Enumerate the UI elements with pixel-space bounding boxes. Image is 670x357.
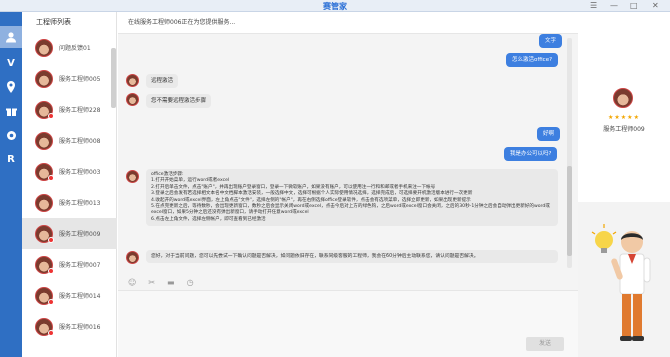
message-list: 文字 怎么激活office? 远程激活 您不需要远程激活步骤 好啊 我是办公可以… xyxy=(118,34,578,274)
avatar xyxy=(35,69,53,88)
unread-badge xyxy=(48,329,54,336)
folder-icon[interactable]: ▬ xyxy=(167,278,175,287)
message-incoming: 远程激活 xyxy=(146,74,179,88)
list-item-active[interactable]: 服务工程师009 xyxy=(22,218,117,249)
profile-card: ★★★★★ 服务工程师009 xyxy=(578,12,670,192)
unread-badge xyxy=(48,174,54,181)
list-item[interactable]: 服务工程师008 xyxy=(22,125,117,156)
list-item[interactable]: 服务工程师014 xyxy=(22,280,117,311)
title-bar: 赛管家 ☰ — □ ✕ xyxy=(0,0,670,12)
list-item[interactable]: 问题反馈01 xyxy=(22,32,117,63)
list-item[interactable]: 服务工程师007 xyxy=(22,249,117,280)
message-outgoing: 好啊 xyxy=(537,127,561,141)
maximize-icon[interactable]: □ xyxy=(630,1,638,10)
avatar xyxy=(35,131,53,150)
contact-name: 服务工程师228 xyxy=(59,107,101,114)
list-item[interactable]: 服务工程师228 xyxy=(22,94,117,125)
contact-name: 服务工程师007 xyxy=(59,262,101,269)
emoji-icon[interactable]: ☺ xyxy=(128,278,136,287)
avatar xyxy=(35,193,53,212)
settings-icon[interactable] xyxy=(0,124,22,146)
avatar xyxy=(126,251,139,264)
location-icon[interactable] xyxy=(0,76,22,98)
send-button[interactable]: 发送 xyxy=(526,337,564,351)
avatar xyxy=(35,38,53,57)
contact-name: 服务工程师014 xyxy=(59,293,101,300)
message-outgoing: 我是办公可以吗? xyxy=(504,147,558,161)
avatar xyxy=(126,74,139,87)
contact-name: 服务工程师013 xyxy=(59,200,101,207)
scissors-icon[interactable]: ✂ xyxy=(148,278,155,287)
avatar xyxy=(35,100,54,119)
avatar xyxy=(35,255,54,274)
list-item[interactable]: 服务工程师003 xyxy=(22,156,117,187)
avatar xyxy=(126,170,139,183)
message-incoming-steps: office激活步骤: 1.打开开始菜单，运行word或者excel 2.打开后… xyxy=(146,169,558,227)
scrollbar-thumb[interactable] xyxy=(567,166,572,256)
user-icon[interactable] xyxy=(0,26,22,48)
gift-icon[interactable] xyxy=(0,100,22,122)
contact-name: 服务工程师008 xyxy=(59,138,101,145)
v-logo-icon[interactable]: V xyxy=(0,52,22,74)
avatar xyxy=(35,162,54,181)
contact-name: 服务工程师009 xyxy=(59,231,101,238)
r-logo-icon[interactable]: R xyxy=(0,148,22,170)
contact-name: 服务工程师003 xyxy=(59,169,101,176)
minimize-icon[interactable]: — xyxy=(610,1,618,10)
message-incoming: 您好，对于当前问题，您可以先尝试一下确认问题是否解决，如问题依旧存在，联系同级客… xyxy=(146,250,558,263)
close-icon[interactable]: ✕ xyxy=(652,1,659,10)
unread-badge xyxy=(48,236,54,243)
unread-badge xyxy=(48,298,54,305)
message-input[interactable]: 发送 xyxy=(118,290,578,357)
chat-header: 在线服务工程师006正在为您提供服务... xyxy=(118,12,578,34)
step-line: 5.在点完更新之后，等待数秒，会出现更新窗口，数秒之后会显示关闭word或exc… xyxy=(151,204,550,216)
list-item[interactable]: 服务工程师016 xyxy=(22,311,117,342)
rating-stars: ★★★★★ xyxy=(608,114,640,121)
avatar xyxy=(35,224,54,243)
app-title: 赛管家 xyxy=(323,2,347,11)
chat-pane: 在线服务工程师006正在为您提供服务... 文字 怎么激活office? 远程激… xyxy=(118,12,578,357)
menu-icon[interactable]: ☰ xyxy=(590,1,597,10)
left-nav-bar: V R xyxy=(0,12,22,357)
message-outgoing: 怎么激活office? xyxy=(506,53,559,67)
avatar xyxy=(126,93,139,106)
engineer-profile-panel: ★★★★★ 服务工程师009 xyxy=(578,12,670,357)
mascot-icon xyxy=(591,224,651,341)
avatar xyxy=(35,317,54,336)
step-line: 6.点击左上角文件，选择左侧帐户，即可查看到已经激活 xyxy=(151,216,266,222)
avatar xyxy=(35,286,54,305)
mascot-illustration xyxy=(578,202,670,357)
engineer-name: 服务工程师009 xyxy=(603,126,645,133)
list-item[interactable]: 服务工程师013 xyxy=(22,187,117,218)
contact-name: 问题反馈01 xyxy=(59,45,91,52)
list-item[interactable]: 服务工程师005 xyxy=(22,63,117,94)
history-icon[interactable]: ◷ xyxy=(187,278,194,287)
engineer-list: 工程师列表 问题反馈01 服务工程师005 服务工程师228 服务工程师008 … xyxy=(22,12,117,357)
message-incoming: 您不需要远程激活步骤 xyxy=(146,94,212,108)
contacts-scrollbar[interactable] xyxy=(111,48,116,108)
message-outgoing: 文字 xyxy=(539,34,563,48)
engineer-avatar xyxy=(613,88,633,108)
contact-name: 服务工程师016 xyxy=(59,324,101,331)
unread-badge xyxy=(48,112,54,119)
message-scrollbar[interactable] xyxy=(567,38,572,268)
contact-name: 服务工程师005 xyxy=(59,76,101,83)
engineer-list-header: 工程师列表 xyxy=(36,18,71,26)
chat-toolbar: ☺ ✂ ▬ ◷ xyxy=(118,274,578,290)
unread-badge xyxy=(48,267,54,274)
